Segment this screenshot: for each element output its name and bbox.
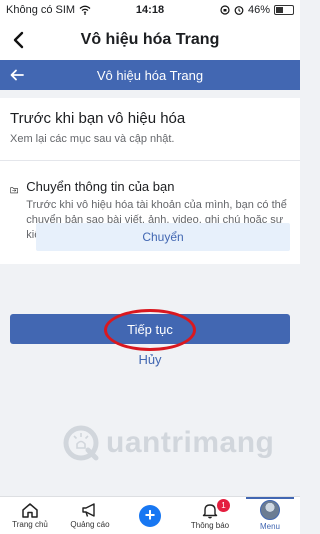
header-back-button[interactable] [0,60,34,90]
battery-icon [274,5,294,15]
tab-notifications-label: Thông báo [190,520,230,530]
tab-ads[interactable]: Quảng cáo [60,497,120,534]
tab-ads-label: Quảng cáo [70,520,110,529]
notification-badge: 1 [217,499,230,512]
tab-create[interactable]: + [120,497,180,534]
folder-transfer-icon [10,187,18,194]
watermark: uantrimang [62,424,274,462]
page-title: Vô hiệu hóa Trang [80,31,220,48]
carrier-label: Không có SIM [6,4,76,16]
before-subtitle: Xem lại các mục sau và cập nhật. [10,133,175,145]
chevron-left-icon [13,31,24,49]
back-button[interactable] [0,20,36,60]
watermark-logo [63,425,99,461]
rotation-lock-icon [220,5,230,15]
tab-menu[interactable]: Menu [240,497,300,534]
status-bar: Không có SIM 14:18 46% [0,0,300,20]
header-title: Vô hiệu hóa Trang [96,67,204,83]
cancel-link[interactable]: Hủy [0,352,300,367]
nav-bar: Vô hiệu hóa Trang [0,20,300,60]
tab-menu-label: Menu [259,522,280,531]
transfer-info-card: Chuyển thông tin của bạn Trước khi vô hi… [0,160,300,264]
wifi-icon [79,5,91,15]
before-title: Trước khi bạn vô hiệu hóa [10,110,186,127]
section-header: Vô hiệu hóa Trang [0,60,300,90]
battery-percent: 46% [247,4,270,16]
tab-notifications[interactable]: 1 Thông báo [180,497,240,534]
home-icon [22,503,38,518]
highlight-circle [104,309,196,351]
avatar-icon [260,500,280,520]
clock: 14:18 [135,4,165,16]
bottom-tab-bar: Trang chủ Quảng cáo + 1 Thông báo Menu [0,496,300,534]
tab-home[interactable]: Trang chủ [0,497,60,534]
megaphone-icon [82,503,95,517]
tab-home-label: Trang chủ [12,520,48,529]
transfer-button[interactable]: Chuyển [36,223,290,251]
arrow-left-icon [10,69,24,81]
before-deactivate-card: Trước khi bạn vô hiệu hóa Xem lại các mụ… [0,98,300,160]
watermark-text: uantrimang [106,426,275,459]
plus-icon: + [139,504,161,527]
alarm-icon [234,6,244,15]
transfer-title: Chuyển thông tin của bạn [26,179,175,194]
